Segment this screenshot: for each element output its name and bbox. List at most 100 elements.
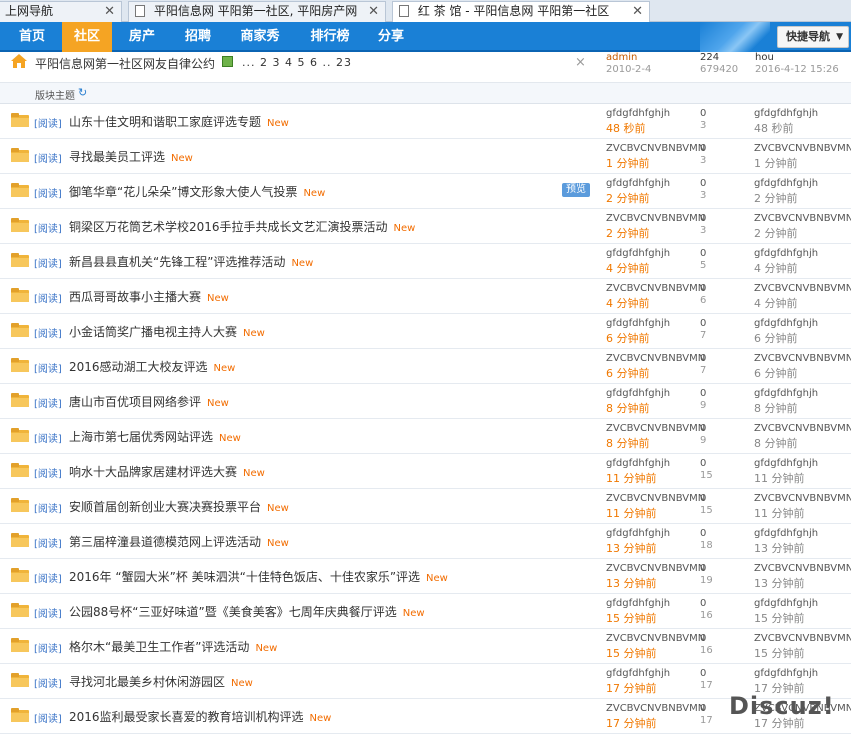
folder-icon	[11, 148, 29, 162]
thread-title[interactable]: 唐山市百优项目网络参评	[69, 395, 201, 409]
thread-last-by[interactable]: gfdgfdhfghjh	[754, 458, 818, 469]
announcement-author[interactable]: admin	[606, 52, 637, 63]
thread-title[interactable]: 山东十佳文明和谐职工家庭评选专题	[69, 115, 261, 129]
thread-category[interactable]: [阅读]	[34, 535, 62, 550]
thread-author[interactable]: gfdgfdhfghjh	[606, 598, 670, 609]
thread-last-by[interactable]: gfdgfdhfghjh	[754, 318, 818, 329]
thread-author[interactable]: ZVCBVCNVBNBVMN	[606, 353, 705, 364]
thread-last-by[interactable]: ZVCBVCNVBNBVMN	[754, 493, 851, 504]
thread-title[interactable]: 小金话筒奖广播电视主持人大赛	[69, 325, 237, 339]
thread-title[interactable]: 铜梁区万花筒艺术学校2016手拉手共成长文艺汇演投票活动	[69, 220, 388, 234]
thread-last-by[interactable]: ZVCBVCNVBNBVMN	[754, 563, 851, 574]
thread-author[interactable]: gfdgfdhfghjh	[606, 388, 670, 399]
close-icon[interactable]: ✕	[629, 2, 643, 21]
thread-title[interactable]: 御笔华章“花儿朵朵”博文形象大使人气投票	[69, 185, 297, 199]
close-icon[interactable]: ✕	[365, 2, 379, 21]
quick-nav-button[interactable]: 快捷导航 ▼	[777, 26, 849, 48]
thread-title[interactable]: 公园88号杯“三亚好味道”暨《美食美客》七周年庆典餐厅评选	[69, 605, 397, 619]
thread-category[interactable]: [阅读]	[34, 605, 62, 620]
thread-last-by[interactable]: ZVCBVCNVBNBVMN	[754, 143, 851, 154]
thread-author[interactable]: gfdgfdhfghjh	[606, 528, 670, 539]
thread-last-by[interactable]: ZVCBVCNVBNBVMN	[754, 283, 851, 294]
thread-category[interactable]: [阅读]	[34, 500, 62, 515]
thread-last-by[interactable]: ZVCBVCNVBNBVMN	[754, 213, 851, 224]
thread-author[interactable]: gfdgfdhfghjh	[606, 108, 670, 119]
new-badge: New	[267, 503, 289, 514]
browser-tab-0[interactable]: 上网导航 ✕	[0, 1, 122, 22]
thread-title[interactable]: 上海市第七届优秀网站评选	[69, 430, 213, 444]
nav-item-community[interactable]: 社区	[62, 22, 112, 52]
thread-author[interactable]: gfdgfdhfghjh	[606, 668, 670, 679]
thread-category[interactable]: [阅读]	[34, 395, 62, 410]
thread-author[interactable]: ZVCBVCNVBNBVMN	[606, 633, 705, 644]
browser-tab-2[interactable]: 红 茶 馆 - 平阳信息网 平阳第一社区 ✕	[392, 1, 650, 23]
thread-category[interactable]: [阅读]	[34, 430, 62, 445]
preview-button[interactable]: 预览	[562, 183, 590, 197]
thread-author[interactable]: ZVCBVCNVBNBVMN	[606, 283, 705, 294]
thread-author[interactable]: gfdgfdhfghjh	[606, 178, 670, 189]
thread-title[interactable]: 2016感动湖工大校友评选	[69, 360, 208, 374]
nav-item-home[interactable]: 首页	[8, 22, 56, 52]
thread-category[interactable]: [阅读]	[34, 360, 62, 375]
refresh-icon[interactable]: ↻	[78, 86, 87, 99]
thread-category[interactable]: [阅读]	[34, 710, 62, 725]
thread-author[interactable]: ZVCBVCNVBNBVMN	[606, 143, 705, 154]
thread-category[interactable]: [阅读]	[34, 465, 62, 480]
nav-item-jobs[interactable]: 招聘	[174, 22, 222, 52]
thread-title[interactable]: 寻找最美员工评选	[69, 150, 165, 164]
announcement-title[interactable]: 平阳信息网第一社区网友自律公约	[35, 55, 215, 72]
thread-author[interactable]: ZVCBVCNVBNBVMN	[606, 703, 705, 714]
thread-title[interactable]: 安顺首届创新创业大赛决赛投票平台	[69, 500, 261, 514]
thread-last-by[interactable]: gfdgfdhfghjh	[754, 528, 818, 539]
thread-title[interactable]: 寻找河北最美乡村休闲游园区	[69, 675, 225, 689]
thread-last-by[interactable]: gfdgfdhfghjh	[754, 388, 818, 399]
thread-author[interactable]: ZVCBVCNVBNBVMN	[606, 563, 705, 574]
thread-last-by[interactable]: gfdgfdhfghjh	[754, 108, 818, 119]
nav-item-property[interactable]: 房产	[118, 22, 166, 52]
thread-title[interactable]: 2016监利最受家长喜爱的教育培训机构评选	[69, 710, 304, 724]
thread-author[interactable]: ZVCBVCNVBNBVMN	[606, 213, 705, 224]
thread-title[interactable]: 格尔木“最美卫生工作者”评选活动	[69, 640, 249, 654]
thread-title[interactable]: 新昌县县直机关“先锋工程”评选推荐活动	[69, 255, 285, 269]
thread-last-by[interactable]: ZVCBVCNVBNBVMN	[754, 423, 851, 434]
thread-author[interactable]: gfdgfdhfghjh	[606, 318, 670, 329]
close-icon[interactable]: ✕	[104, 2, 115, 21]
thread-category[interactable]: [阅读]	[34, 675, 62, 690]
nav-item-share[interactable]: 分享	[368, 22, 414, 52]
thread-author[interactable]: ZVCBVCNVBNBVMN	[606, 423, 705, 434]
thread-title[interactable]: 西瓜哥哥故事小主播大赛	[69, 290, 201, 304]
nav-item-merchants[interactable]: 商家秀	[232, 22, 288, 52]
quick-nav-label: 快捷导航	[786, 30, 830, 43]
thread-category[interactable]: [阅读]	[34, 115, 62, 130]
thread-category[interactable]: [阅读]	[34, 570, 62, 585]
folder-icon	[11, 113, 29, 127]
thread-category[interactable]: [阅读]	[34, 325, 62, 340]
thread-title[interactable]: 第三届梓潼县道德模范网上评选活动	[69, 535, 261, 549]
thread-category[interactable]: [阅读]	[34, 220, 62, 235]
folder-icon	[11, 498, 29, 512]
browser-tab-1[interactable]: 平阳信息网 平阳第一社区, 平阳房产网 ✕	[128, 1, 386, 22]
thread-last-by[interactable]: gfdgfdhfghjh	[754, 598, 818, 609]
thread-last-by[interactable]: gfdgfdhfghjh	[754, 668, 818, 679]
thread-author[interactable]: gfdgfdhfghjh	[606, 248, 670, 259]
thread-category[interactable]: [阅读]	[34, 185, 62, 200]
table-row: [阅读] 公园88号杯“三亚好味道”暨《美食美客》七周年庆典餐厅评选 New gfdg…	[0, 594, 851, 629]
thread-category[interactable]: [阅读]	[34, 150, 62, 165]
new-badge: New	[291, 258, 314, 269]
thread-title[interactable]: 2016年 “蟹园大米”杯 美味泗洪“十佳特色饭店、十佳农家乐”评选	[69, 570, 420, 584]
thread-last-by[interactable]: ZVCBVCNVBNBVMN	[754, 633, 851, 644]
nav-item-ranking[interactable]: 排行榜	[302, 22, 358, 52]
announcement-pager[interactable]: ... 2 3 4 5 6 .. 23	[242, 56, 352, 69]
thread-last-by[interactable]: ZVCBVCNVBNBVMN	[754, 353, 851, 364]
close-icon[interactable]: ×	[575, 55, 586, 70]
thread-author[interactable]: gfdgfdhfghjh	[606, 458, 670, 469]
thread-category[interactable]: [阅读]	[34, 255, 62, 270]
thread-last-by[interactable]: gfdgfdhfghjh	[754, 248, 818, 259]
thread-title[interactable]: 响水十大品牌家居建材评选大赛	[69, 465, 237, 479]
thread-views: 9	[700, 400, 707, 411]
thread-author[interactable]: ZVCBVCNVBNBVMN	[606, 493, 705, 504]
thread-category[interactable]: [阅读]	[34, 640, 62, 655]
thread-last-by[interactable]: gfdgfdhfghjh	[754, 178, 818, 189]
thread-category[interactable]: [阅读]	[34, 290, 62, 305]
announcement-last-by[interactable]: hou	[755, 52, 774, 63]
